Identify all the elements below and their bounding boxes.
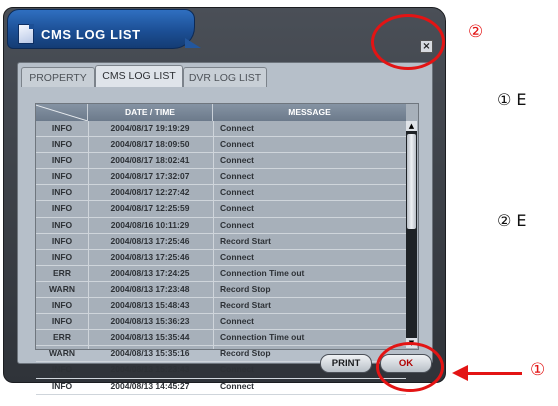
vertical-scrollbar[interactable]: ▲ ▼ <box>406 121 417 348</box>
date-time-cell: 2004/08/13 15:48:43 <box>110 300 190 311</box>
log-level-cell: INFO <box>51 203 73 214</box>
header-corner <box>36 104 88 121</box>
date-time-cell: 2004/08/13 17:25:46 <box>110 235 190 246</box>
table-row[interactable]: INFO 2004/08/13 15:48:43 Record Start <box>36 298 406 315</box>
window-title: CMS LOG LIST <box>41 27 141 42</box>
table-row[interactable]: INFO 2004/08/13 17:25:46 Record Start <box>36 234 406 250</box>
table-row[interactable]: INFO 2004/08/13 14:45:27 Connect <box>36 379 406 395</box>
log-level-cell: INFO <box>51 155 73 166</box>
table-row[interactable]: INFO 2004/08/16 10:11:29 Connect <box>36 218 406 234</box>
date-time-cell: 2004/08/17 17:32:07 <box>110 171 190 182</box>
date-time-cell: 2004/08/17 18:09:50 <box>110 139 190 150</box>
date-time-cell: 2004/08/17 18:02:41 <box>110 155 190 166</box>
annotation-marker-2: ② <box>468 22 484 42</box>
message-cell: Connect <box>220 203 254 214</box>
log-level-cell: INFO <box>51 187 73 198</box>
tab-cms-log-list[interactable]: CMS LOG LIST <box>95 65 183 87</box>
table-row[interactable]: INFO 2004/08/17 19:19:29 Connect <box>36 121 406 138</box>
message-cell: Connect <box>220 155 254 166</box>
ok-highlight-ring <box>376 342 444 392</box>
table-row[interactable]: INFO 2004/08/17 18:09:50 Connect <box>36 137 406 154</box>
table-row[interactable]: INFO 2004/08/17 12:25:59 Connect <box>36 201 406 218</box>
side-note-1: ① E <box>497 90 527 109</box>
message-cell: Connection Time out <box>220 267 305 278</box>
table-row[interactable]: INFO 2004/08/17 18:02:41 Connect <box>36 153 406 170</box>
date-time-cell: 2004/08/13 17:24:25 <box>110 267 190 278</box>
log-level-cell: INFO <box>51 251 73 262</box>
log-level-cell: INFO <box>51 316 73 327</box>
scroll-thumb[interactable] <box>407 134 416 229</box>
message-cell: Record Start <box>220 300 272 311</box>
message-cell: Connect <box>220 251 254 262</box>
log-level-cell: INFO <box>51 380 73 391</box>
print-button[interactable]: PRINT <box>320 354 372 373</box>
date-time-cell: 2004/08/13 14:45:27 <box>110 380 190 391</box>
date-time-cell: 2004/08/13 15:35:16 <box>110 348 190 359</box>
title-bar-tail <box>185 38 201 48</box>
date-time-cell: 2004/08/13 17:23:48 <box>110 283 190 294</box>
date-time-cell: 2004/08/13 15:35:44 <box>110 332 190 343</box>
message-cell: Connect <box>220 123 254 133</box>
log-level-cell: INFO <box>51 219 73 230</box>
table-row[interactable]: INFO 2004/08/13 17:25:46 Connect <box>36 250 406 266</box>
table-row[interactable]: WARN 2004/08/13 17:23:48 Record Stop <box>36 282 406 299</box>
table-row[interactable]: INFO 2004/08/17 12:27:42 Connect <box>36 185 406 202</box>
annotation-arrow <box>466 372 522 375</box>
log-level-cell: ERR <box>53 267 71 278</box>
scroll-up-icon[interactable]: ▲ <box>406 121 417 131</box>
date-time-cell: 2004/08/17 12:27:42 <box>110 187 190 198</box>
annotation-marker-1: ① <box>530 360 546 380</box>
table-row[interactable]: INFO 2004/08/17 17:32:07 Connect <box>36 169 406 186</box>
log-level-cell: WARN <box>49 283 75 294</box>
message-cell: Connect <box>220 364 254 375</box>
table-row[interactable]: ERR 2004/08/13 17:24:25 Connection Time ou… <box>36 266 406 282</box>
date-time-cell: 2004/08/13 15:23:43 <box>110 364 190 375</box>
document-icon <box>18 24 34 44</box>
log-level-cell: INFO <box>51 364 73 375</box>
close-highlight-ring <box>371 14 445 70</box>
table-row[interactable]: ERR 2004/08/13 15:35:44 Connection Time ou… <box>36 330 406 347</box>
message-cell: Connect <box>220 380 254 391</box>
table-row[interactable]: INFO 2004/08/13 15:36:23 Connect <box>36 314 406 331</box>
log-level-cell: INFO <box>51 139 73 150</box>
log-level-cell: INFO <box>51 171 73 182</box>
log-level-cell: ERR <box>53 332 71 343</box>
log-table: DATE / TIME MESSAGE INFO 2004/08/17 19:19… <box>35 103 419 395</box>
side-note-2: ② E <box>497 211 527 230</box>
message-cell: Connect <box>220 139 254 150</box>
date-time-cell: 2004/08/17 19:19:29 <box>110 123 190 133</box>
table-header: DATE / TIME MESSAGE <box>36 104 406 121</box>
date-time-cell: 2004/08/17 12:25:59 <box>110 203 190 214</box>
date-time-cell: 2004/08/16 10:11:29 <box>110 219 190 230</box>
log-level-cell: INFO <box>51 123 73 133</box>
tab-dvr-log-list[interactable]: DVR LOG LIST <box>183 67 267 87</box>
header-message: MESSAGE <box>288 107 331 117</box>
message-cell: Record Stop <box>220 348 271 359</box>
message-cell: Connect <box>220 219 254 230</box>
message-cell: Record Stop <box>220 283 271 294</box>
message-cell: Connect <box>220 187 254 198</box>
message-cell: Connect <box>220 171 254 182</box>
message-cell: Record Start <box>220 235 272 246</box>
message-cell: Connect <box>220 316 254 327</box>
log-level-cell: INFO <box>51 235 73 246</box>
date-time-cell: 2004/08/13 17:25:46 <box>110 251 190 262</box>
log-level-cell: WARN <box>49 348 75 359</box>
date-time-cell: 2004/08/13 15:36:23 <box>110 316 190 327</box>
header-date-time: DATE / TIME <box>88 104 213 121</box>
log-level-cell: INFO <box>51 300 73 311</box>
message-cell: Connection Time out <box>220 332 305 343</box>
tab-property[interactable]: PROPERTY <box>21 67 95 87</box>
